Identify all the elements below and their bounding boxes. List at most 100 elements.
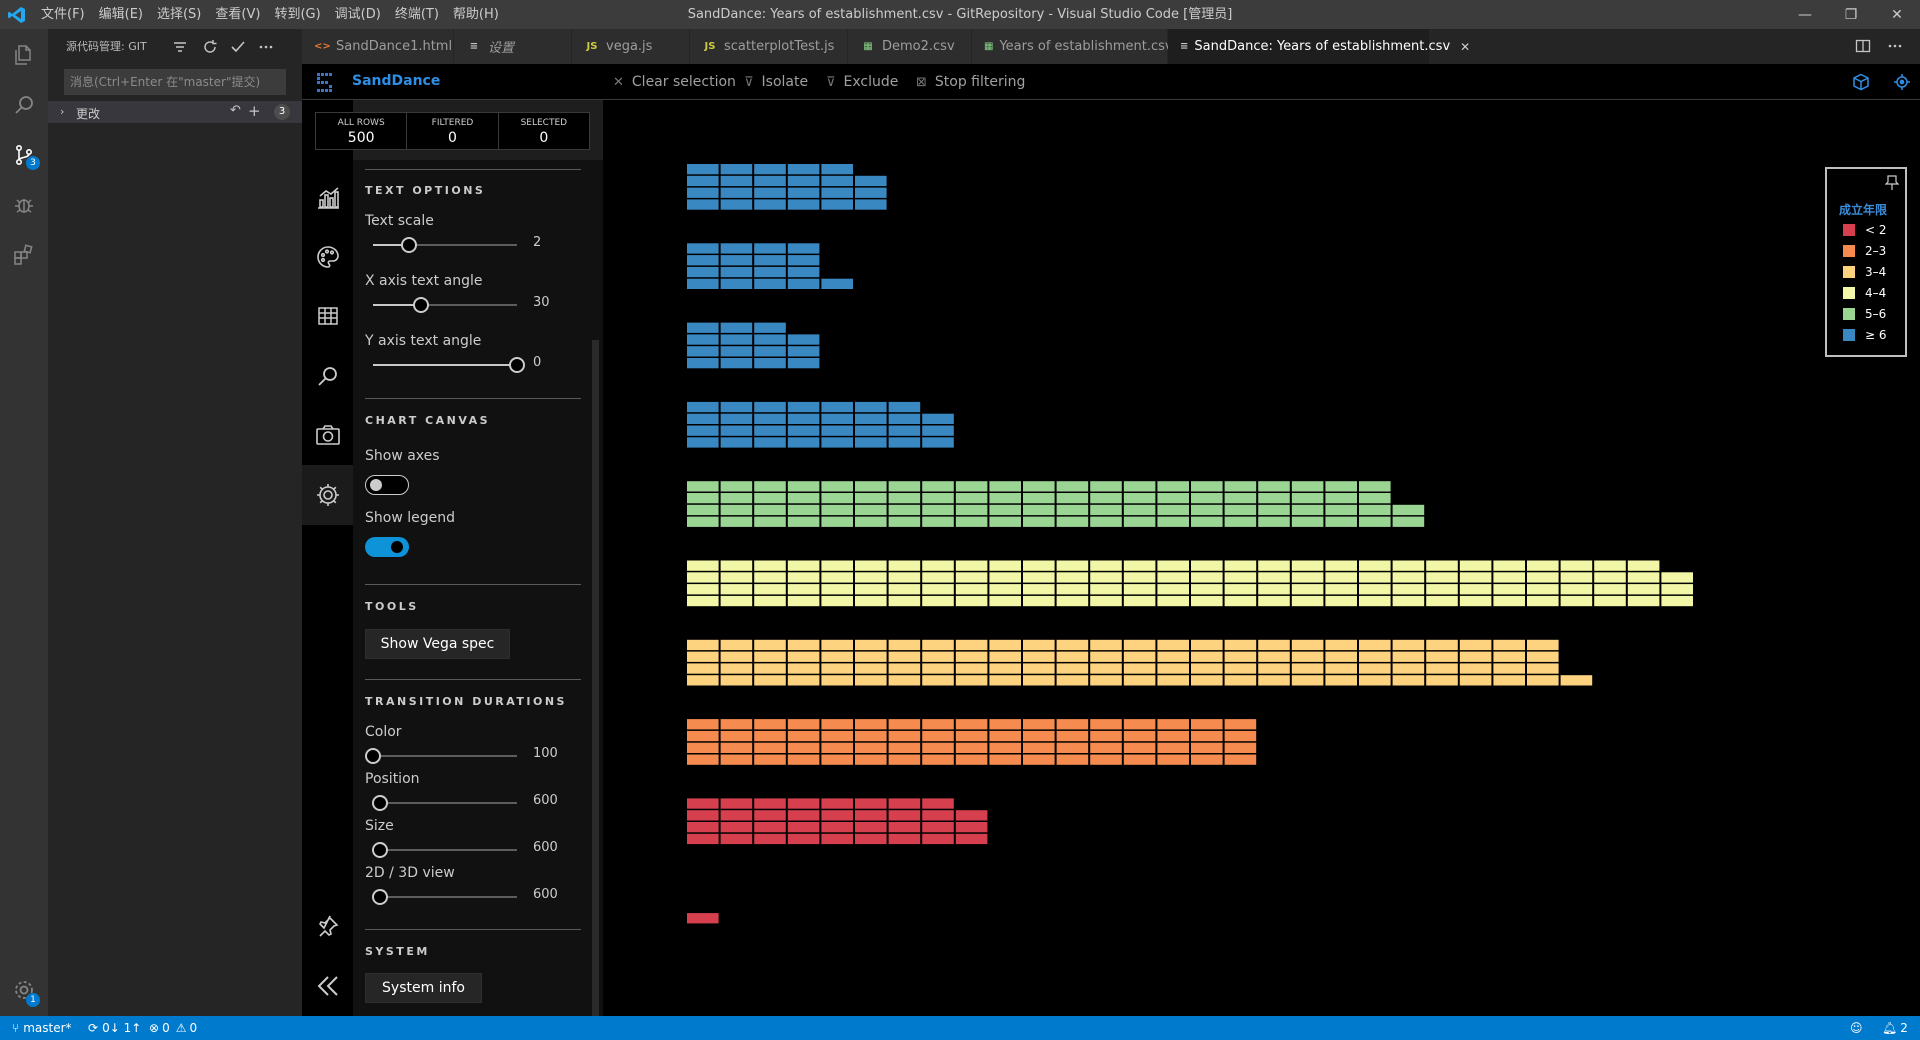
data-unit[interactable] (687, 322, 719, 333)
data-unit[interactable] (1291, 516, 1324, 527)
data-unit[interactable] (1090, 504, 1122, 516)
data-unit[interactable] (1359, 572, 1391, 583)
data-unit[interactable] (720, 719, 753, 730)
slider-thumb[interactable] (412, 297, 429, 313)
data-unit[interactable] (922, 822, 954, 833)
split-editor-icon[interactable] (1855, 38, 1871, 54)
data-unit[interactable] (1325, 481, 1357, 492)
data-unit[interactable] (922, 833, 954, 845)
data-unit[interactable] (1056, 730, 1089, 742)
data-unit[interactable] (787, 425, 820, 436)
data-unit[interactable] (787, 255, 820, 266)
data-unit[interactable] (1392, 584, 1425, 595)
data-unit[interactable] (1291, 663, 1324, 674)
data-unit[interactable] (922, 572, 954, 583)
data-unit[interactable] (955, 493, 988, 504)
data-unit[interactable] (855, 572, 887, 583)
data-unit[interactable] (720, 663, 753, 674)
data-unit[interactable] (754, 175, 786, 187)
extensions-icon[interactable] (0, 231, 48, 279)
data-unit[interactable] (1392, 651, 1425, 662)
data-unit[interactable] (787, 810, 820, 821)
data-unit[interactable] (720, 187, 753, 198)
data-unit[interactable] (1090, 663, 1122, 674)
data-unit[interactable] (1661, 595, 1693, 607)
data-unit[interactable] (754, 266, 786, 278)
data-unit[interactable] (1392, 595, 1425, 607)
data-unit[interactable] (855, 437, 887, 448)
data-unit[interactable] (821, 413, 853, 424)
data-unit[interactable] (922, 742, 954, 753)
data-unit[interactable] (1359, 663, 1391, 674)
data-unit[interactable] (720, 798, 753, 809)
data-unit[interactable] (720, 572, 753, 583)
data-unit[interactable] (1325, 663, 1357, 674)
data-unit[interactable] (888, 742, 921, 753)
data-unit[interactable] (720, 675, 753, 686)
data-unit[interactable] (1023, 516, 1055, 527)
data-unit[interactable] (1560, 595, 1593, 607)
data-unit[interactable] (955, 639, 988, 651)
data-unit[interactable] (1191, 516, 1223, 527)
data-unit[interactable] (1224, 651, 1257, 662)
data-unit[interactable] (1023, 572, 1055, 583)
data-unit[interactable] (1157, 560, 1189, 571)
data-unit[interactable] (1493, 572, 1525, 583)
data-unit[interactable] (1123, 754, 1156, 765)
data-unit[interactable] (687, 255, 719, 266)
data-unit[interactable] (855, 742, 887, 753)
data-unit[interactable] (1023, 663, 1055, 674)
data-unit[interactable] (1023, 481, 1055, 492)
data-unit[interactable] (754, 243, 786, 254)
data-unit[interactable] (989, 481, 1021, 492)
data-unit[interactable] (955, 742, 988, 753)
data-unit[interactable] (821, 651, 853, 662)
tab-scatterplottest-js[interactable]: JS scatterplotTest.js (690, 29, 848, 64)
panel-tab-settings[interactable] (302, 465, 353, 525)
data-unit[interactable] (687, 810, 719, 821)
data-unit[interactable] (754, 560, 786, 571)
data-unit[interactable] (821, 719, 853, 730)
data-unit[interactable] (888, 822, 921, 833)
data-unit[interactable] (687, 595, 719, 607)
data-unit[interactable] (787, 266, 820, 278)
data-unit[interactable] (1023, 730, 1055, 742)
data-unit[interactable] (1258, 572, 1290, 583)
data-unit[interactable] (888, 675, 921, 686)
data-unit[interactable] (1392, 639, 1425, 651)
data-unit[interactable] (1157, 639, 1189, 651)
data-unit[interactable] (1123, 742, 1156, 753)
data-unit[interactable] (720, 584, 753, 595)
data-unit[interactable] (1157, 516, 1189, 527)
panel-tab-snapshots[interactable] (302, 405, 353, 465)
data-unit[interactable] (1123, 560, 1156, 571)
data-unit[interactable] (787, 651, 820, 662)
data-unit[interactable] (989, 560, 1021, 571)
data-unit[interactable] (1392, 516, 1425, 527)
data-unit[interactable] (754, 187, 786, 198)
commit-check-icon[interactable] (228, 37, 248, 57)
data-unit[interactable] (922, 516, 954, 527)
data-unit[interactable] (855, 651, 887, 662)
data-unit[interactable] (888, 663, 921, 674)
data-unit[interactable] (821, 516, 853, 527)
data-unit[interactable] (989, 639, 1021, 651)
data-unit[interactable] (1291, 595, 1324, 607)
unit-row[interactable] (687, 481, 1425, 527)
data-unit[interactable] (720, 175, 753, 187)
data-unit[interactable] (1123, 504, 1156, 516)
data-unit[interactable] (720, 822, 753, 833)
data-unit[interactable] (955, 822, 988, 833)
data-unit[interactable] (1090, 754, 1122, 765)
data-unit[interactable] (1090, 730, 1122, 742)
data-unit[interactable] (787, 639, 820, 651)
clear-selection-button[interactable]: ✕ Clear selection (613, 64, 736, 100)
slider-thumb[interactable] (365, 748, 381, 764)
data-unit[interactable] (1123, 481, 1156, 492)
data-unit[interactable] (922, 798, 954, 809)
panel-collapse[interactable] (302, 956, 353, 1016)
data-unit[interactable] (1157, 595, 1189, 607)
data-unit[interactable] (1123, 663, 1156, 674)
data-unit[interactable] (855, 822, 887, 833)
data-unit[interactable] (821, 663, 853, 674)
